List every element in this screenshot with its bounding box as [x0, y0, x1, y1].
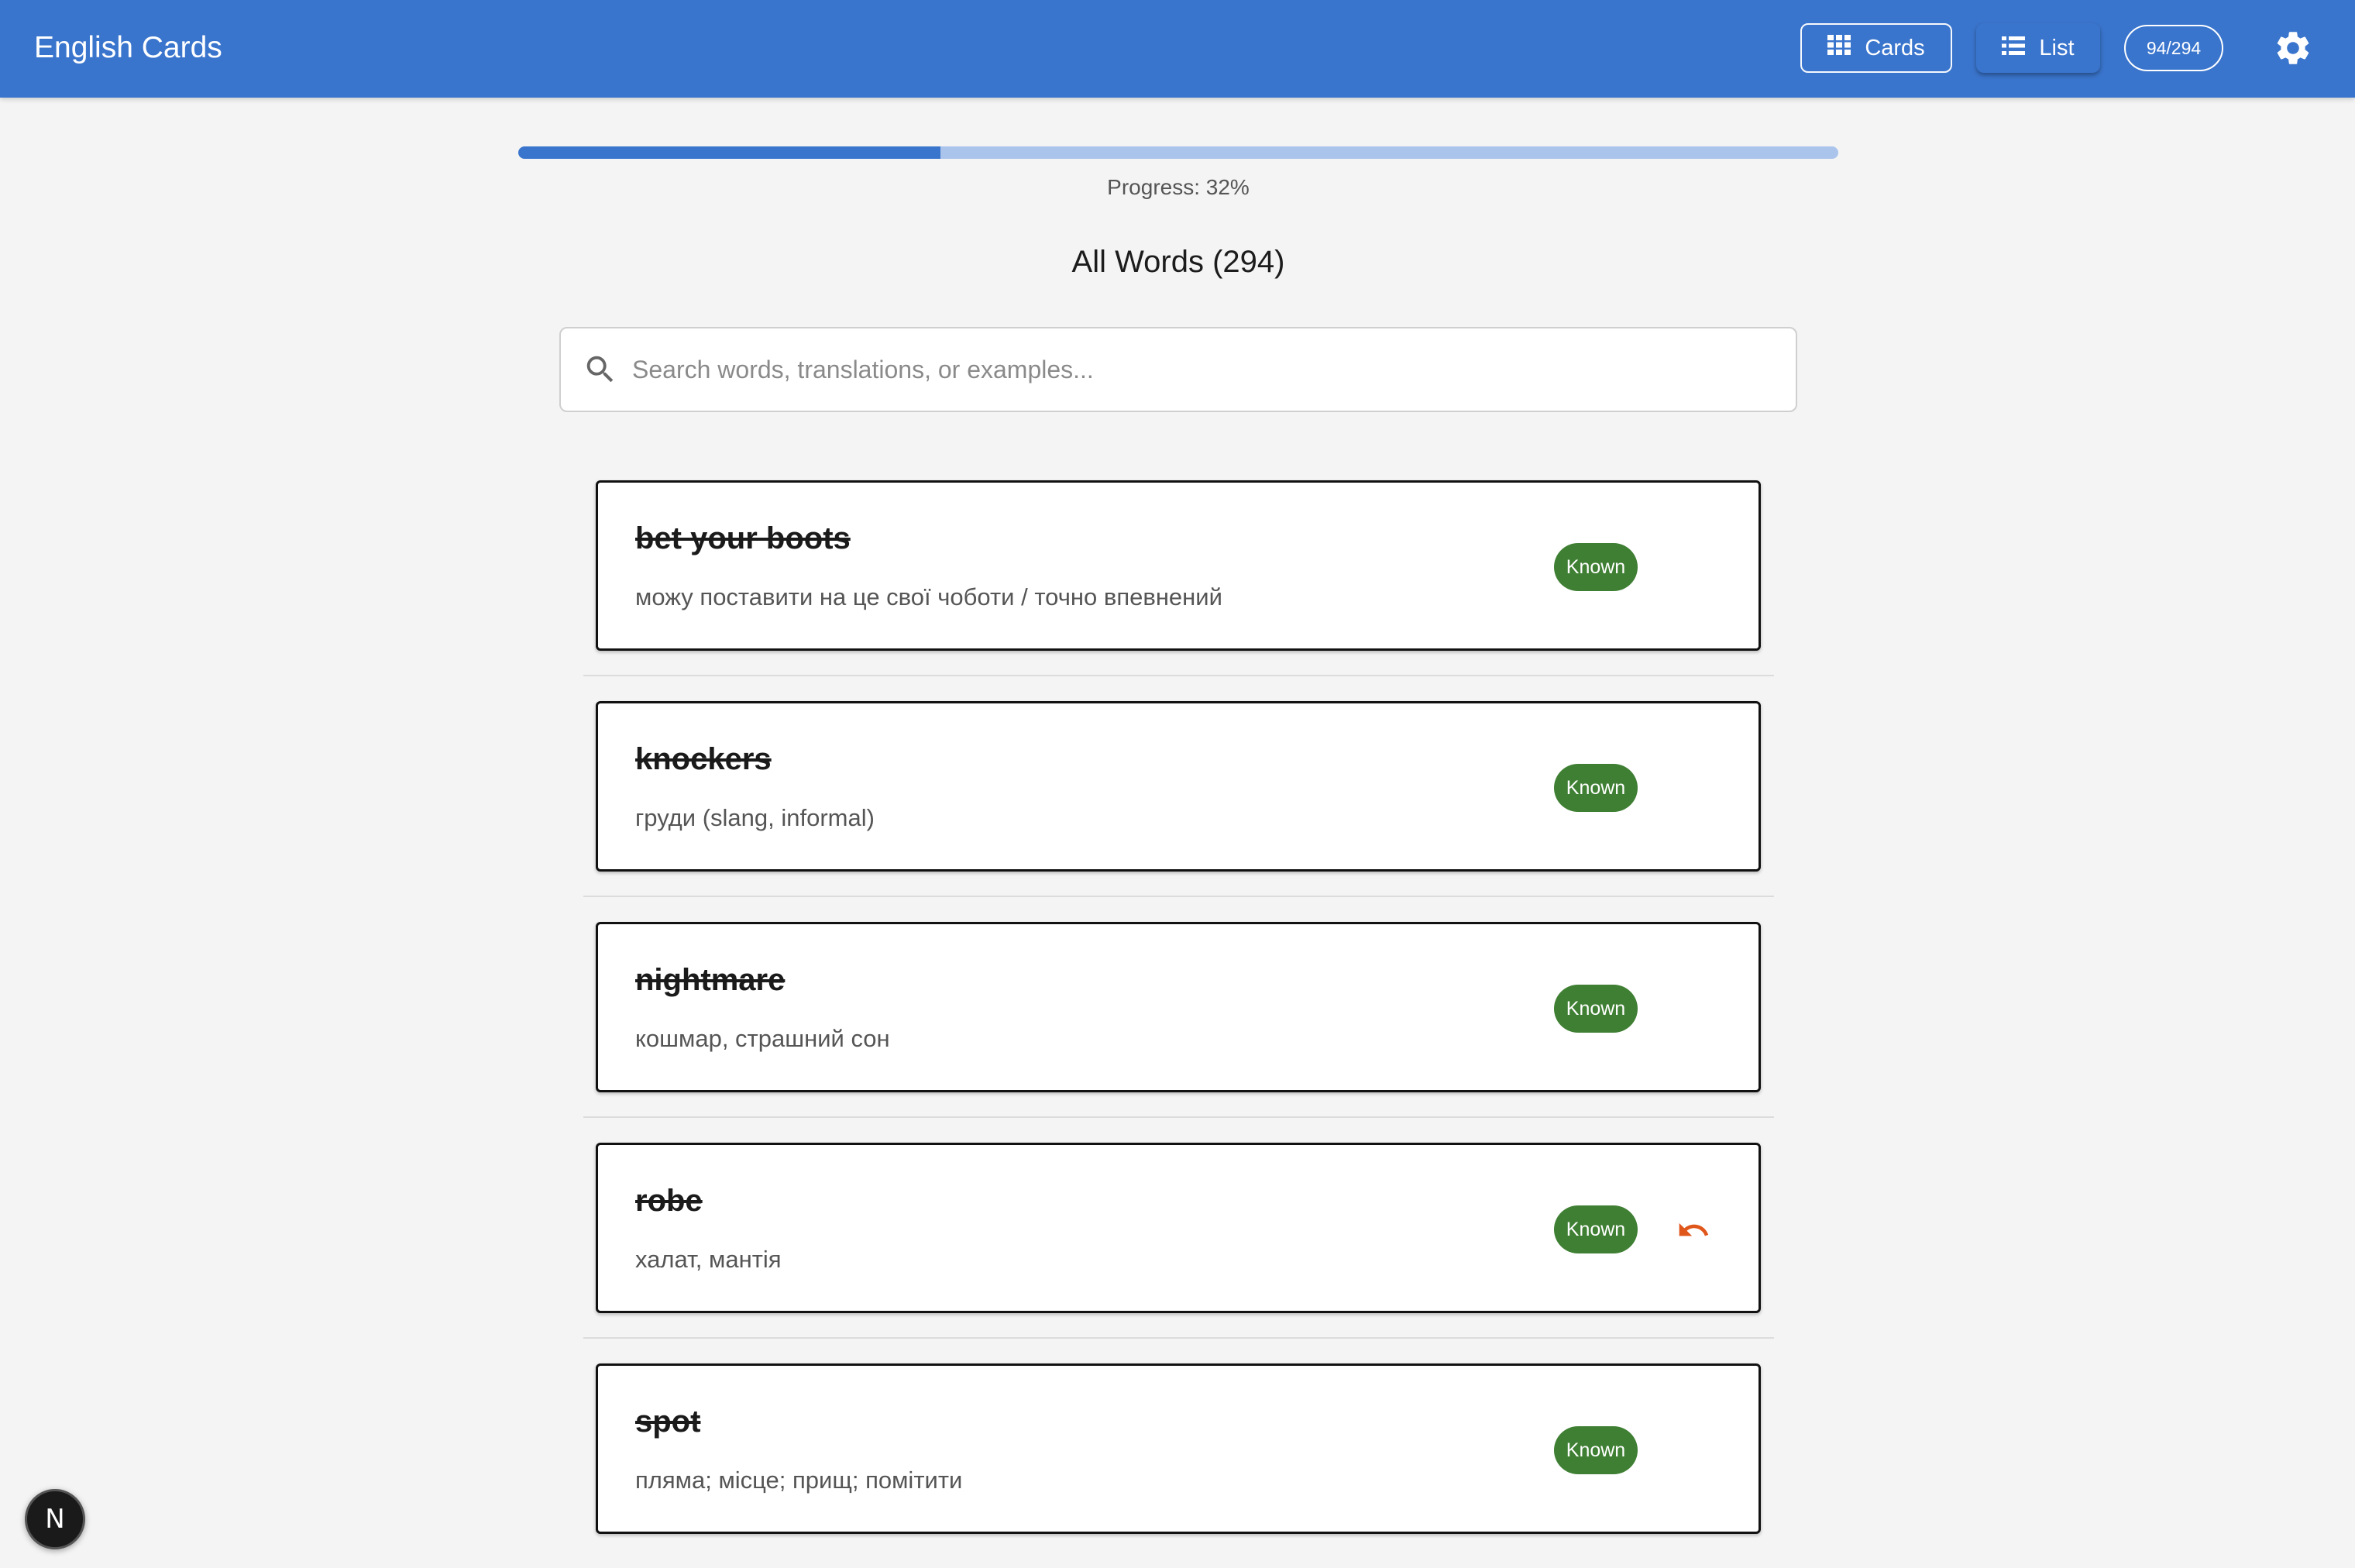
known-counter-badge[interactable]: 94/294: [2124, 25, 2223, 71]
cards-view-label: Cards: [1865, 35, 1925, 60]
word-translation: пляма; місце; прищ; помітити: [635, 1467, 963, 1494]
search-icon: [583, 352, 618, 387]
word-list-title: All Words (294): [1071, 245, 1285, 279]
word-term: knockers: [635, 742, 772, 776]
word-translation: можу поставити на це свої чоботи / точно…: [635, 583, 1222, 610]
cards-view-button[interactable]: Cards: [1800, 23, 1952, 73]
known-status-badge[interactable]: Known: [1554, 1426, 1638, 1474]
app-title: English Cards: [34, 31, 222, 64]
progress-label: Progress: 32%: [1107, 175, 1250, 199]
list-divider: [583, 896, 1774, 897]
gear-icon[interactable]: [2273, 28, 2313, 68]
list-view-button[interactable]: List: [1976, 23, 2100, 73]
word-card[interactable]: spot пляма; місце; прищ; помітити Known: [596, 1363, 1761, 1534]
app-bar: English Cards Cards List 94/294: [0, 0, 2355, 98]
search-box: [559, 327, 1797, 412]
list-icon: [2002, 36, 2026, 61]
known-status-badge[interactable]: Known: [1554, 764, 1638, 812]
word-translation: халат, мантія: [635, 1246, 782, 1273]
grid-icon: [1827, 35, 1851, 61]
progress-bar-fill: [518, 146, 941, 159]
progress-bar: [518, 146, 1838, 159]
list-divider: [583, 675, 1774, 676]
search-input[interactable]: [631, 330, 1780, 409]
dev-tools-badge[interactable]: N: [25, 1489, 85, 1549]
list-divider: [583, 1337, 1774, 1339]
known-status-badge[interactable]: Known: [1554, 1205, 1638, 1253]
list-divider: [583, 1116, 1774, 1118]
list-view-label: List: [2039, 35, 2075, 60]
word-list: bet your boots можу поставити на це свої…: [583, 480, 1774, 1534]
known-status-badge[interactable]: Known: [1554, 543, 1638, 591]
word-card[interactable]: bet your boots можу поставити на це свої…: [596, 480, 1761, 651]
word-term: robe: [635, 1184, 703, 1218]
undo-icon[interactable]: [1676, 1213, 1710, 1247]
word-term: spot: [635, 1405, 701, 1439]
word-translation: кошмар, страшний сон: [635, 1025, 890, 1052]
word-translation: груди (slang, informal): [635, 804, 875, 831]
known-status-badge[interactable]: Known: [1554, 985, 1638, 1033]
word-card[interactable]: robe халат, мантія Known: [596, 1143, 1761, 1313]
word-card[interactable]: knockers груди (slang, informal) Known: [596, 701, 1761, 872]
word-term: bet your boots: [635, 521, 851, 555]
word-card[interactable]: nightmare кошмар, страшний сон Known: [596, 922, 1761, 1092]
word-term: nightmare: [635, 963, 786, 997]
